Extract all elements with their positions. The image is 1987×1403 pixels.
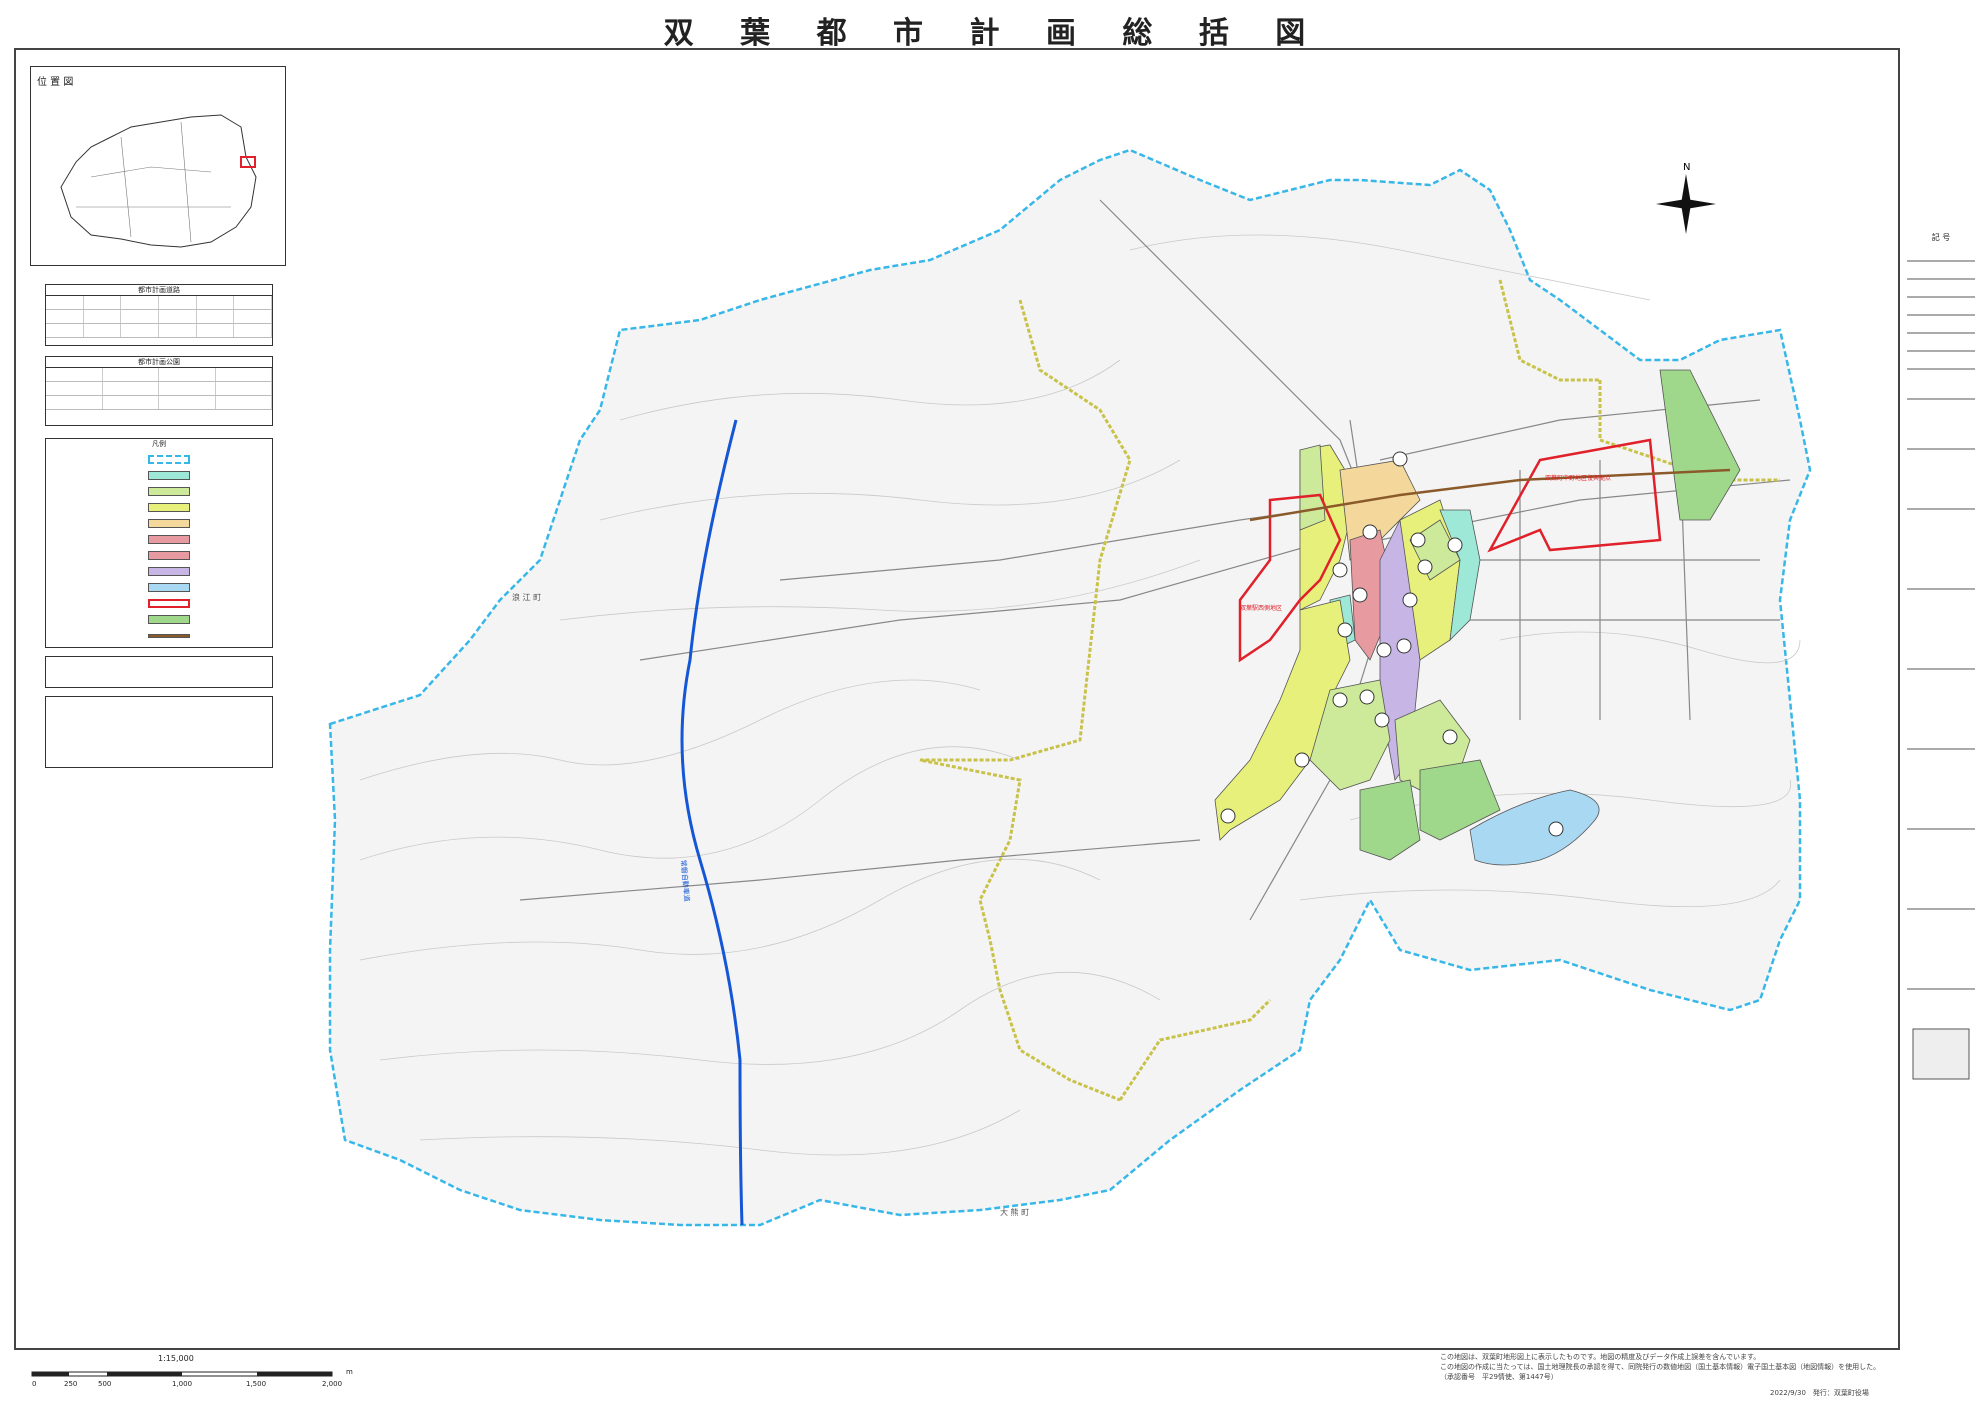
road-table: 都市計画道路 — [45, 284, 273, 346]
credit-line-2: この地図の作成に当たっては、国土地理院長の承認を得て、同院発行の数値地図（国土基… — [1440, 1363, 1881, 1371]
scale-unit: m — [346, 1368, 353, 1376]
symbol-legend-graphics — [1907, 260, 1975, 1080]
map-frame — [14, 48, 1900, 1350]
scale-tick-250: 250 — [64, 1380, 78, 1388]
road-table-title: 都市計画道路 — [46, 285, 272, 296]
zoning-legend: 凡例 — [45, 438, 273, 648]
scale-label: 1:15,000 — [158, 1354, 194, 1363]
park-table: 都市計画公園 — [45, 356, 273, 426]
scale-tick-2000: 2,000 — [322, 1380, 343, 1388]
inset-prefecture-map — [60, 114, 257, 248]
credit-line-3: （承認番号 平29情使、第1447号） — [1440, 1373, 1558, 1381]
page-title: 双 葉 都 市 計 画 総 括 図 — [663, 16, 1324, 51]
district-plan-table — [45, 656, 273, 688]
scale-tick-0: 0 — [32, 1380, 37, 1388]
publish-date: 2022/9/30 発行：双葉町役場 — [1770, 1389, 1869, 1397]
scale-tick-1000: 1,000 — [172, 1380, 193, 1388]
park-table-title: 都市計画公園 — [46, 357, 272, 368]
scale-tick-500: 500 — [98, 1380, 112, 1388]
height-restriction-table — [45, 696, 273, 768]
inset-heading: 位 置 図 — [37, 77, 74, 88]
credit-line-1: この地図は、双葉町地形図上に表示したものです。地図の精度及びデータ作成上誤差を含… — [1440, 1353, 1761, 1361]
scale-tick-1500: 1,500 — [246, 1380, 267, 1388]
location-inset: 位 置 図 — [30, 66, 286, 266]
symbol-legend-title: 記 号 — [1931, 233, 1951, 242]
credit-note: この地図は、双葉町地形図上に表示したものです。地図の精度及びデータ作成上誤差を含… — [1440, 1352, 1900, 1382]
symbol-legend: 記 号 — [1905, 232, 1977, 1122]
legend-title: 凡例 — [152, 440, 166, 448]
